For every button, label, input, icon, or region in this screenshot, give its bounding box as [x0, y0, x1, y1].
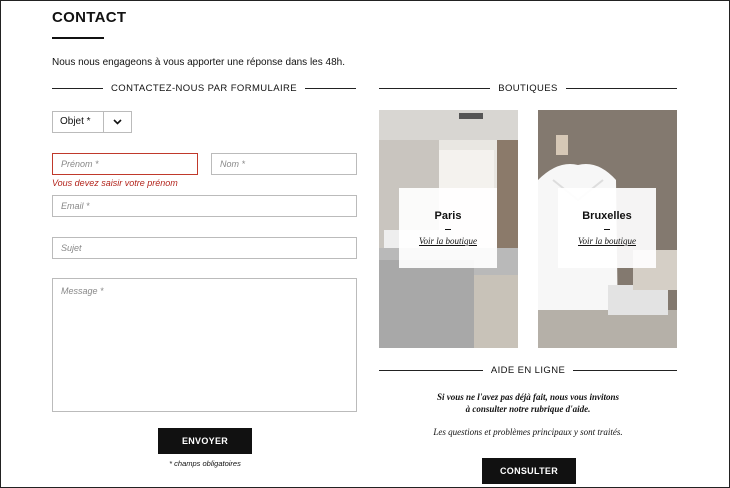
divider [379, 370, 483, 371]
shop-name: Bruxelles [582, 210, 632, 222]
submit-button[interactable]: ENVOYER [158, 428, 252, 454]
divider [604, 229, 610, 230]
help-section-title: AIDE EN LIGNE [490, 365, 566, 376]
paris-overlay: Paris Voir la boutique [399, 188, 497, 268]
help-line-2: à consulter notre rubrique d'aide. [465, 404, 591, 414]
object-select-value: Objet * [60, 116, 91, 127]
divider [573, 370, 678, 371]
shop-link-paris[interactable]: Voir la boutique [419, 236, 477, 246]
last-name-field[interactable] [211, 153, 357, 175]
help-section-header: AIDE EN LIGNE [379, 365, 678, 376]
divider [52, 88, 104, 89]
page-title: CONTACT [52, 9, 127, 26]
divider [379, 88, 491, 89]
bruxelles-overlay: Bruxelles Voir la boutique [558, 188, 656, 268]
shop-card-paris[interactable]: Paris Voir la boutique [379, 110, 518, 348]
consult-button[interactable]: CONSULTER [482, 458, 576, 484]
shops-section-title: BOUTIQUES [498, 83, 558, 94]
divider [565, 88, 677, 89]
intro-text: Nous nous engageons à vous apporter une … [52, 57, 345, 68]
required-note: * champs obligatoires [169, 459, 241, 468]
form-section-title: CONTACTEZ-NOUS PAR FORMULAIRE [111, 83, 297, 94]
first-name-field[interactable] [52, 153, 198, 175]
object-select[interactable]: Objet * [52, 111, 132, 133]
divider [304, 88, 357, 89]
title-underline [52, 37, 104, 39]
form-section-header: CONTACTEZ-NOUS PAR FORMULAIRE [52, 83, 357, 94]
shop-link-bruxelles[interactable]: Voir la boutique [578, 236, 636, 246]
shop-card-bruxelles[interactable]: Bruxelles Voir la boutique [538, 110, 677, 348]
help-line-1: Si vous ne l'avez pas déjà fait, nous vo… [436, 392, 620, 402]
message-field[interactable] [52, 278, 357, 412]
divider [445, 229, 451, 230]
subject-field[interactable] [52, 237, 357, 259]
chevron-down-icon[interactable] [103, 112, 131, 132]
shops-section-header: BOUTIQUES [379, 83, 677, 94]
shop-name: Paris [434, 210, 462, 222]
first-name-error: Vous devez saisir votre prénom [52, 178, 178, 188]
help-line-3: Les questions et problèmes principaux y … [433, 427, 623, 437]
email-field[interactable] [52, 195, 357, 217]
